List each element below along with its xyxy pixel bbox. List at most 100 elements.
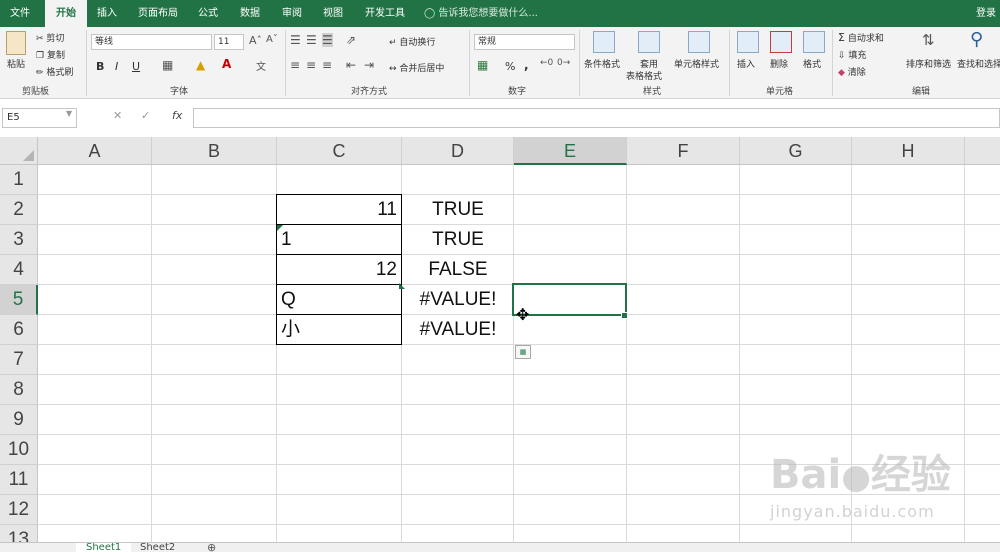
borders-icon[interactable]: ▦	[162, 58, 173, 72]
currency-icon[interactable]: ▦	[477, 58, 488, 72]
cancel-entry-icon[interactable]: ✕	[113, 109, 122, 122]
align-middle-icon[interactable]: ☰	[306, 33, 317, 47]
decrease-indent-icon[interactable]: ⇤	[346, 58, 356, 72]
cell-c6[interactable]: 小	[281, 315, 398, 344]
cell-d3[interactable]: TRUE	[402, 225, 514, 254]
ribbon-separator	[285, 30, 286, 96]
insert-cells-button[interactable]: 插入	[737, 57, 755, 70]
align-left-icon[interactable]: ≡	[290, 58, 300, 72]
align-center-icon[interactable]: ≡	[306, 58, 316, 72]
row-header-7[interactable]: 7	[0, 345, 38, 375]
column-header-partial[interactable]	[965, 137, 1000, 165]
find-select-button[interactable]: 查找和选择	[957, 57, 1000, 70]
row-header-8[interactable]: 8	[0, 375, 38, 405]
comma-button[interactable]: ,	[524, 58, 529, 72]
font-name-select[interactable]: 等线	[91, 34, 212, 50]
column-header-e[interactable]: E	[514, 137, 627, 165]
fill-button[interactable]: ⇩ 填充	[838, 48, 866, 61]
format-painter-button[interactable]: ✏ 格式刷	[36, 65, 73, 78]
select-all-button[interactable]	[0, 137, 38, 165]
grow-font-icon[interactable]: Aˆ	[249, 34, 262, 47]
quick-analysis-icon[interactable]: ▦	[515, 345, 531, 359]
row-header-11[interactable]: 11	[0, 465, 38, 495]
row-header-9[interactable]: 9	[0, 405, 38, 435]
align-right-icon[interactable]: ≡	[322, 58, 332, 72]
copy-button[interactable]: ❐ 复制	[36, 48, 65, 61]
cell-d5[interactable]: #VALUE!	[402, 285, 514, 314]
font-color-icon[interactable]: A	[222, 57, 231, 71]
wrap-text-button[interactable]: ↵ 自动换行	[389, 35, 435, 48]
decrease-decimal-icon[interactable]: 0→	[557, 58, 570, 68]
cell-styles-button[interactable]: 单元格样式	[674, 57, 719, 70]
font-size-select[interactable]: 11	[214, 34, 244, 50]
shrink-font-icon[interactable]: Aˇ	[266, 34, 278, 45]
fill-handle[interactable]	[621, 312, 628, 319]
column-header-b[interactable]: B	[152, 137, 277, 165]
row-header-10[interactable]: 10	[0, 435, 38, 465]
row-header-2[interactable]: 2	[0, 195, 38, 225]
cell-c4[interactable]: 12	[280, 255, 397, 284]
phonetic-icon[interactable]: 文	[256, 58, 266, 73]
gridline	[38, 254, 1000, 255]
cell-c2[interactable]: 11	[280, 195, 397, 224]
align-top-icon[interactable]: ☰	[290, 33, 301, 47]
row-header-12[interactable]: 12	[0, 495, 38, 525]
column-header-f[interactable]: F	[627, 137, 740, 165]
insert-function-button[interactable]: fx	[172, 109, 182, 122]
format-cells-icon	[803, 31, 825, 53]
italic-button[interactable]: I	[115, 60, 118, 73]
tab-data[interactable]: 数据	[233, 0, 267, 27]
formula-input[interactable]	[193, 108, 1000, 128]
cell-d4[interactable]: FALSE	[402, 255, 514, 284]
tab-view[interactable]: 视图	[316, 0, 350, 27]
column-header-g[interactable]: G	[740, 137, 852, 165]
tell-me-search[interactable]: ◯ 告诉我您想要做什么...	[424, 0, 538, 27]
increase-decimal-icon[interactable]: ←0	[540, 58, 553, 68]
merge-center-button[interactable]: ↔ 合并后居中	[389, 61, 444, 74]
select-all-triangle-icon	[23, 150, 34, 161]
ribbon-tab-bar: 文件 开始 插入 页面布局 公式 数据 审阅 视图 开发工具 ◯ 告诉我您想要做…	[0, 0, 1000, 27]
column-header-c[interactable]: C	[277, 137, 402, 165]
baidu-watermark: Bai●经验 jingyan.baidu.com	[770, 442, 990, 532]
bold-button[interactable]: B	[96, 60, 104, 73]
number-format-select[interactable]: 常规	[474, 34, 575, 50]
row-header-3[interactable]: 3	[0, 225, 38, 255]
cell-d6[interactable]: #VALUE!	[402, 315, 514, 344]
cell-c5[interactable]: Q	[281, 285, 398, 314]
cell-c3[interactable]: 1	[281, 225, 398, 254]
column-header-h[interactable]: H	[852, 137, 965, 165]
row-header-4[interactable]: 4	[0, 255, 38, 285]
fill-color-icon[interactable]: ▲	[196, 58, 205, 72]
underline-button[interactable]: U	[132, 60, 140, 73]
autosum-button[interactable]: Σ 自动求和	[838, 31, 884, 44]
tab-file[interactable]: 文件	[0, 0, 40, 27]
column-header-d[interactable]: D	[402, 137, 514, 165]
format-table-button-line2[interactable]: 表格格式	[626, 69, 662, 82]
orientation-icon[interactable]: ⇗	[346, 33, 356, 47]
paste-button[interactable]: 粘贴	[7, 57, 25, 70]
row-header-13[interactable]: 13	[0, 525, 38, 542]
row-header-1[interactable]: 1	[0, 165, 38, 195]
cut-button[interactable]: ✂ 剪切	[36, 31, 64, 44]
login-link[interactable]: 登录	[976, 0, 996, 27]
format-cells-button[interactable]: 格式	[803, 57, 821, 70]
cell-d2[interactable]: TRUE	[402, 195, 514, 224]
delete-cells-button[interactable]: 删除	[770, 57, 788, 70]
conditional-format-button[interactable]: 条件格式	[584, 57, 620, 70]
tab-formulas[interactable]: 公式	[191, 0, 225, 27]
row-header-5[interactable]: 5	[0, 285, 38, 315]
align-bottom-icon[interactable]: ☰	[322, 33, 333, 47]
confirm-entry-icon[interactable]: ✓	[141, 109, 150, 122]
sort-filter-button[interactable]: 排序和筛选	[906, 57, 951, 70]
column-header-a[interactable]: A	[38, 137, 152, 165]
tab-insert[interactable]: 插入	[90, 0, 124, 27]
tab-developer[interactable]: 开发工具	[357, 0, 413, 27]
row-header-6[interactable]: 6	[0, 315, 38, 345]
tab-home[interactable]: 开始	[45, 0, 87, 27]
clear-button[interactable]: ◆ 清除	[838, 65, 866, 78]
tab-review[interactable]: 审阅	[275, 0, 309, 27]
name-box-dropdown-icon[interactable]: ▼	[66, 109, 72, 118]
increase-indent-icon[interactable]: ⇥	[364, 58, 374, 72]
percent-button[interactable]: %	[505, 60, 515, 73]
tab-page-layout[interactable]: 页面布局	[130, 0, 186, 27]
